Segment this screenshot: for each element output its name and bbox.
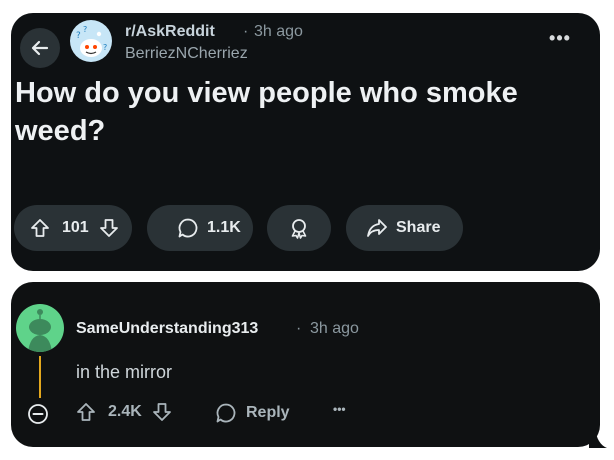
comment-icon (177, 217, 199, 239)
comment-avatar[interactable] (16, 304, 64, 352)
svg-text:?: ? (103, 43, 107, 52)
post-upvote-count: 101 (62, 219, 89, 236)
comment-more-button[interactable]: ••• (333, 402, 346, 416)
more-icon: ••• (333, 402, 346, 416)
downvote-icon[interactable] (152, 402, 172, 422)
post-comments-button[interactable]: 1.1K (147, 205, 253, 251)
share-icon (366, 218, 388, 238)
post-author[interactable]: BerriezNCherriez (125, 45, 248, 63)
bubble-tail (589, 428, 607, 448)
comment-vote-control: 2.4K (76, 402, 172, 422)
post-vote-control: 101 (14, 205, 132, 251)
comment-upvote-count: 2.4K (108, 403, 142, 420)
downvote-icon[interactable] (99, 218, 119, 238)
comment-separator: · (296, 320, 302, 337)
comment-reply-button[interactable]: Reply (215, 402, 290, 424)
reply-label: Reply (246, 404, 290, 421)
upvote-icon[interactable] (30, 218, 50, 238)
back-arrow-icon (31, 40, 49, 56)
upvote-icon[interactable] (76, 402, 96, 422)
svg-text:?: ? (76, 31, 81, 41)
subreddit-avatar[interactable]: ? ? ? (70, 20, 112, 62)
comment-body: in the mirror (76, 362, 173, 382)
back-button[interactable] (20, 28, 60, 68)
reply-icon (215, 402, 237, 424)
post-more-button[interactable]: ••• (545, 28, 575, 48)
post-separator: · (243, 23, 249, 40)
collapse-thread-button[interactable] (27, 403, 49, 425)
collapse-icon (28, 404, 48, 424)
post-comment-count: 1.1K (207, 219, 241, 236)
comment-thread-line (39, 356, 41, 398)
share-label: Share (396, 219, 441, 236)
post-title: How do you view people who smoke weed? (15, 77, 518, 147)
post-time: 3h ago (254, 23, 303, 40)
comment-username[interactable]: SameUnderstanding313 (76, 320, 258, 338)
award-icon (291, 219, 307, 239)
post-share-button[interactable]: Share (346, 205, 463, 251)
snoo-avatar-icon (28, 309, 52, 352)
post-award-button[interactable] (267, 205, 331, 251)
more-icon: ••• (549, 28, 571, 48)
comment-time: 3h ago (310, 320, 359, 337)
subreddit-name[interactable]: r/AskReddit (125, 23, 215, 41)
snoo-avatar-icon: ? ? ? (76, 25, 107, 57)
svg-text:?: ? (83, 25, 87, 34)
